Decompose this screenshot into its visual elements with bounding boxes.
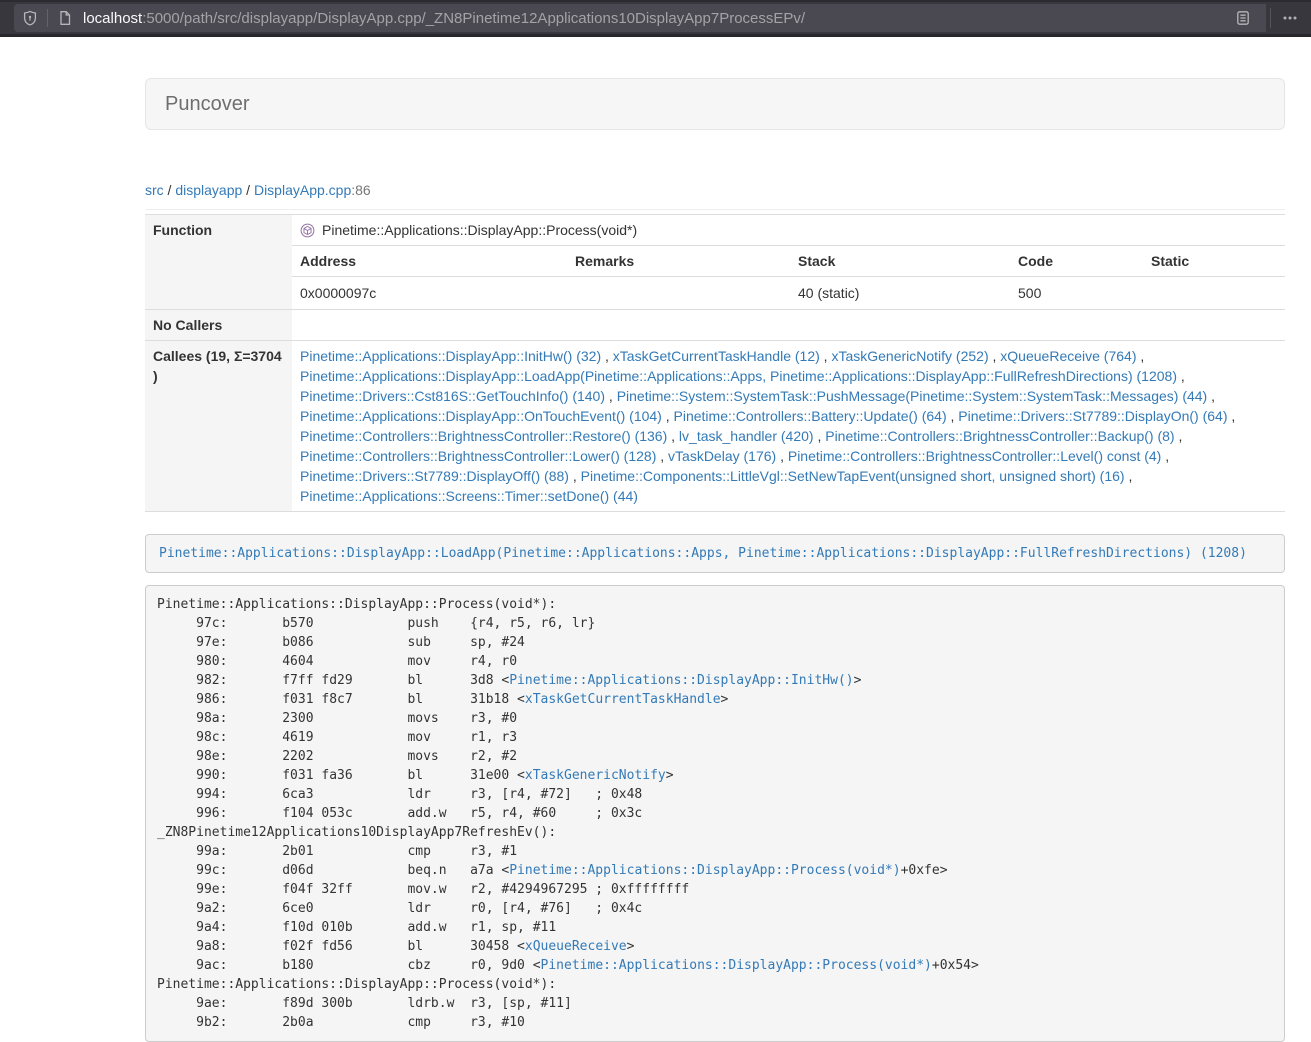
callee-link[interactable]: vTaskDelay (176) — [668, 448, 776, 464]
breadcrumb-line-number: :86 — [351, 182, 370, 198]
detail-cell — [1143, 277, 1285, 310]
column-header: Stack — [790, 246, 1010, 277]
divider — [145, 209, 1285, 210]
callee-separator: , — [1177, 368, 1185, 384]
callee-link[interactable]: Pinetime::Applications::DisplayApp::Init… — [300, 348, 601, 364]
code-symbol-link[interactable]: Pinetime::Applications::DisplayApp::Init… — [509, 673, 853, 688]
column-header: Static — [1143, 246, 1285, 277]
app-header: Puncover — [145, 78, 1285, 130]
url-path: :5000/path/src/displayapp/DisplayApp.cpp… — [142, 10, 805, 27]
code-symbol-link[interactable]: Pinetime::Applications::DisplayApp::Proc… — [541, 958, 932, 973]
breadcrumb-link[interactable]: displayapp — [175, 182, 242, 198]
callee-link[interactable]: Pinetime::Controllers::Battery::Update()… — [674, 408, 947, 424]
callee-separator: , — [656, 448, 668, 464]
function-label: Function — [145, 215, 292, 310]
callee-separator: , — [989, 348, 1001, 364]
function-name: Pinetime::Applications::DisplayApp::Proc… — [322, 220, 637, 240]
urlbar-divider — [47, 9, 48, 27]
reader-view-icon — [1235, 10, 1251, 26]
callee-separator: , — [601, 348, 613, 364]
symbol-cube-icon — [300, 223, 315, 238]
toolbar-divider — [1270, 8, 1271, 28]
detail-cell — [567, 277, 790, 310]
callee-link[interactable]: Pinetime::Controllers::BrightnessControl… — [300, 448, 656, 464]
code-symbol-link[interactable]: Pinetime::Applications::DisplayApp::Proc… — [509, 863, 900, 878]
callee-separator: , — [605, 388, 617, 404]
function-row: Function Pinetime::Applications::Display… — [145, 215, 1285, 310]
detail-value-row: 0x0000097c 40 (static)500 — [292, 277, 1285, 310]
function-title: Pinetime::Applications::DisplayApp::Proc… — [292, 215, 1285, 246]
column-header: Remarks — [567, 246, 790, 277]
selected-symbol-box: Pinetime::Applications::DisplayApp::Load… — [145, 534, 1285, 573]
callee-separator: , — [1228, 408, 1236, 424]
breadcrumb-link[interactable]: src — [145, 182, 164, 198]
callees-list: Pinetime::Applications::DisplayApp::Init… — [292, 341, 1285, 511]
callee-link[interactable]: Pinetime::Controllers::BrightnessControl… — [825, 428, 1174, 444]
breadcrumb-link[interactable]: DisplayApp.cpp — [254, 182, 351, 198]
detail-cell: 40 (static) — [790, 277, 1010, 310]
url-host: localhost — [83, 10, 142, 27]
callee-separator: , — [667, 428, 679, 444]
callee-separator: , — [820, 348, 832, 364]
selected-symbol-link[interactable]: Pinetime::Applications::DisplayApp::Load… — [159, 546, 1247, 561]
function-detail-table: AddressRemarksStackCodeStatic 0x0000097c… — [292, 246, 1285, 309]
callee-link[interactable]: Pinetime::System::SystemTask::PushMessag… — [617, 388, 1208, 404]
no-callers-label: No Callers — [145, 310, 292, 341]
callee-separator: , — [1161, 448, 1169, 464]
callee-separator: , — [947, 408, 959, 424]
callee-link[interactable]: Pinetime::Drivers::Cst816S::GetTouchInfo… — [300, 388, 605, 404]
callee-separator: , — [569, 468, 581, 484]
callee-separator: , — [662, 408, 674, 424]
detail-cell: 500 — [1010, 277, 1143, 310]
column-header: Code — [1010, 246, 1143, 277]
callee-separator: , — [1136, 348, 1144, 364]
meatball-menu-icon — [1282, 10, 1298, 26]
callee-separator: , — [1125, 468, 1133, 484]
page-icon[interactable] — [57, 10, 73, 26]
callee-separator: , — [814, 428, 826, 444]
callee-link[interactable]: Pinetime::Applications::Screens::Timer::… — [300, 488, 638, 504]
code-symbol-link[interactable]: xTaskGenericNotify — [525, 768, 666, 783]
breadcrumb-separator: / — [242, 182, 254, 198]
disassembly-box: Pinetime::Applications::DisplayApp::Proc… — [145, 585, 1285, 1042]
breadcrumb-separator: / — [164, 182, 176, 198]
callee-link[interactable]: xQueueReceive (764) — [1000, 348, 1136, 364]
callee-link[interactable]: Pinetime::Applications::DisplayApp::OnTo… — [300, 408, 662, 424]
callee-separator: , — [776, 448, 788, 464]
callee-link[interactable]: lv_task_handler (420) — [679, 428, 814, 444]
callee-link[interactable]: Pinetime::Controllers::BrightnessControl… — [300, 428, 667, 444]
disassembly-listing: Pinetime::Applications::DisplayApp::Proc… — [157, 595, 1273, 1032]
column-header: Address — [292, 246, 567, 277]
page-title: Puncover — [165, 93, 250, 116]
callees-label: Callees (19, Σ=3704 ) — [145, 341, 292, 512]
overflow-menu-button[interactable] — [1275, 4, 1305, 32]
breadcrumb: src / displayapp / DisplayApp.cpp:86 — [145, 180, 1285, 200]
callee-separator: , — [1175, 428, 1183, 444]
url-bar[interactable]: localhost:5000/path/src/displayapp/Displ… — [14, 4, 1266, 32]
callee-link[interactable]: Pinetime::Controllers::BrightnessControl… — [788, 448, 1161, 464]
callee-link[interactable]: Pinetime::Components::LittleVgl::SetNewT… — [581, 468, 1125, 484]
symbol-table: Function Pinetime::Applications::Display… — [145, 214, 1285, 512]
code-symbol-link[interactable]: xTaskGetCurrentTaskHandle — [525, 692, 721, 707]
code-symbol-link[interactable]: xQueueReceive — [525, 939, 627, 954]
callee-link[interactable]: Pinetime::Applications::DisplayApp::Load… — [300, 368, 1177, 384]
callees-row: Callees (19, Σ=3704 ) Pinetime::Applicat… — [145, 341, 1285, 512]
callee-link[interactable]: Pinetime::Drivers::St7789::DisplayOff() … — [300, 468, 569, 484]
page-container: Puncover src / displayapp / DisplayApp.c… — [145, 78, 1285, 1042]
callee-link[interactable]: xTaskGenericNotify (252) — [831, 348, 988, 364]
detail-cell: 0x0000097c — [292, 277, 567, 310]
no-callers-row: No Callers — [145, 310, 1285, 341]
reader-view-button[interactable] — [1228, 4, 1258, 32]
shield-icon[interactable] — [22, 10, 38, 26]
browser-toolbar: localhost:5000/path/src/displayapp/Displ… — [0, 0, 1311, 37]
callee-separator: , — [1207, 388, 1215, 404]
detail-header-row: AddressRemarksStackCodeStatic — [292, 246, 1285, 277]
url-text[interactable]: localhost:5000/path/src/displayapp/Displ… — [83, 10, 1228, 27]
callee-link[interactable]: Pinetime::Drivers::St7789::DisplayOn() (… — [958, 408, 1227, 424]
callee-link[interactable]: xTaskGetCurrentTaskHandle (12) — [613, 348, 820, 364]
